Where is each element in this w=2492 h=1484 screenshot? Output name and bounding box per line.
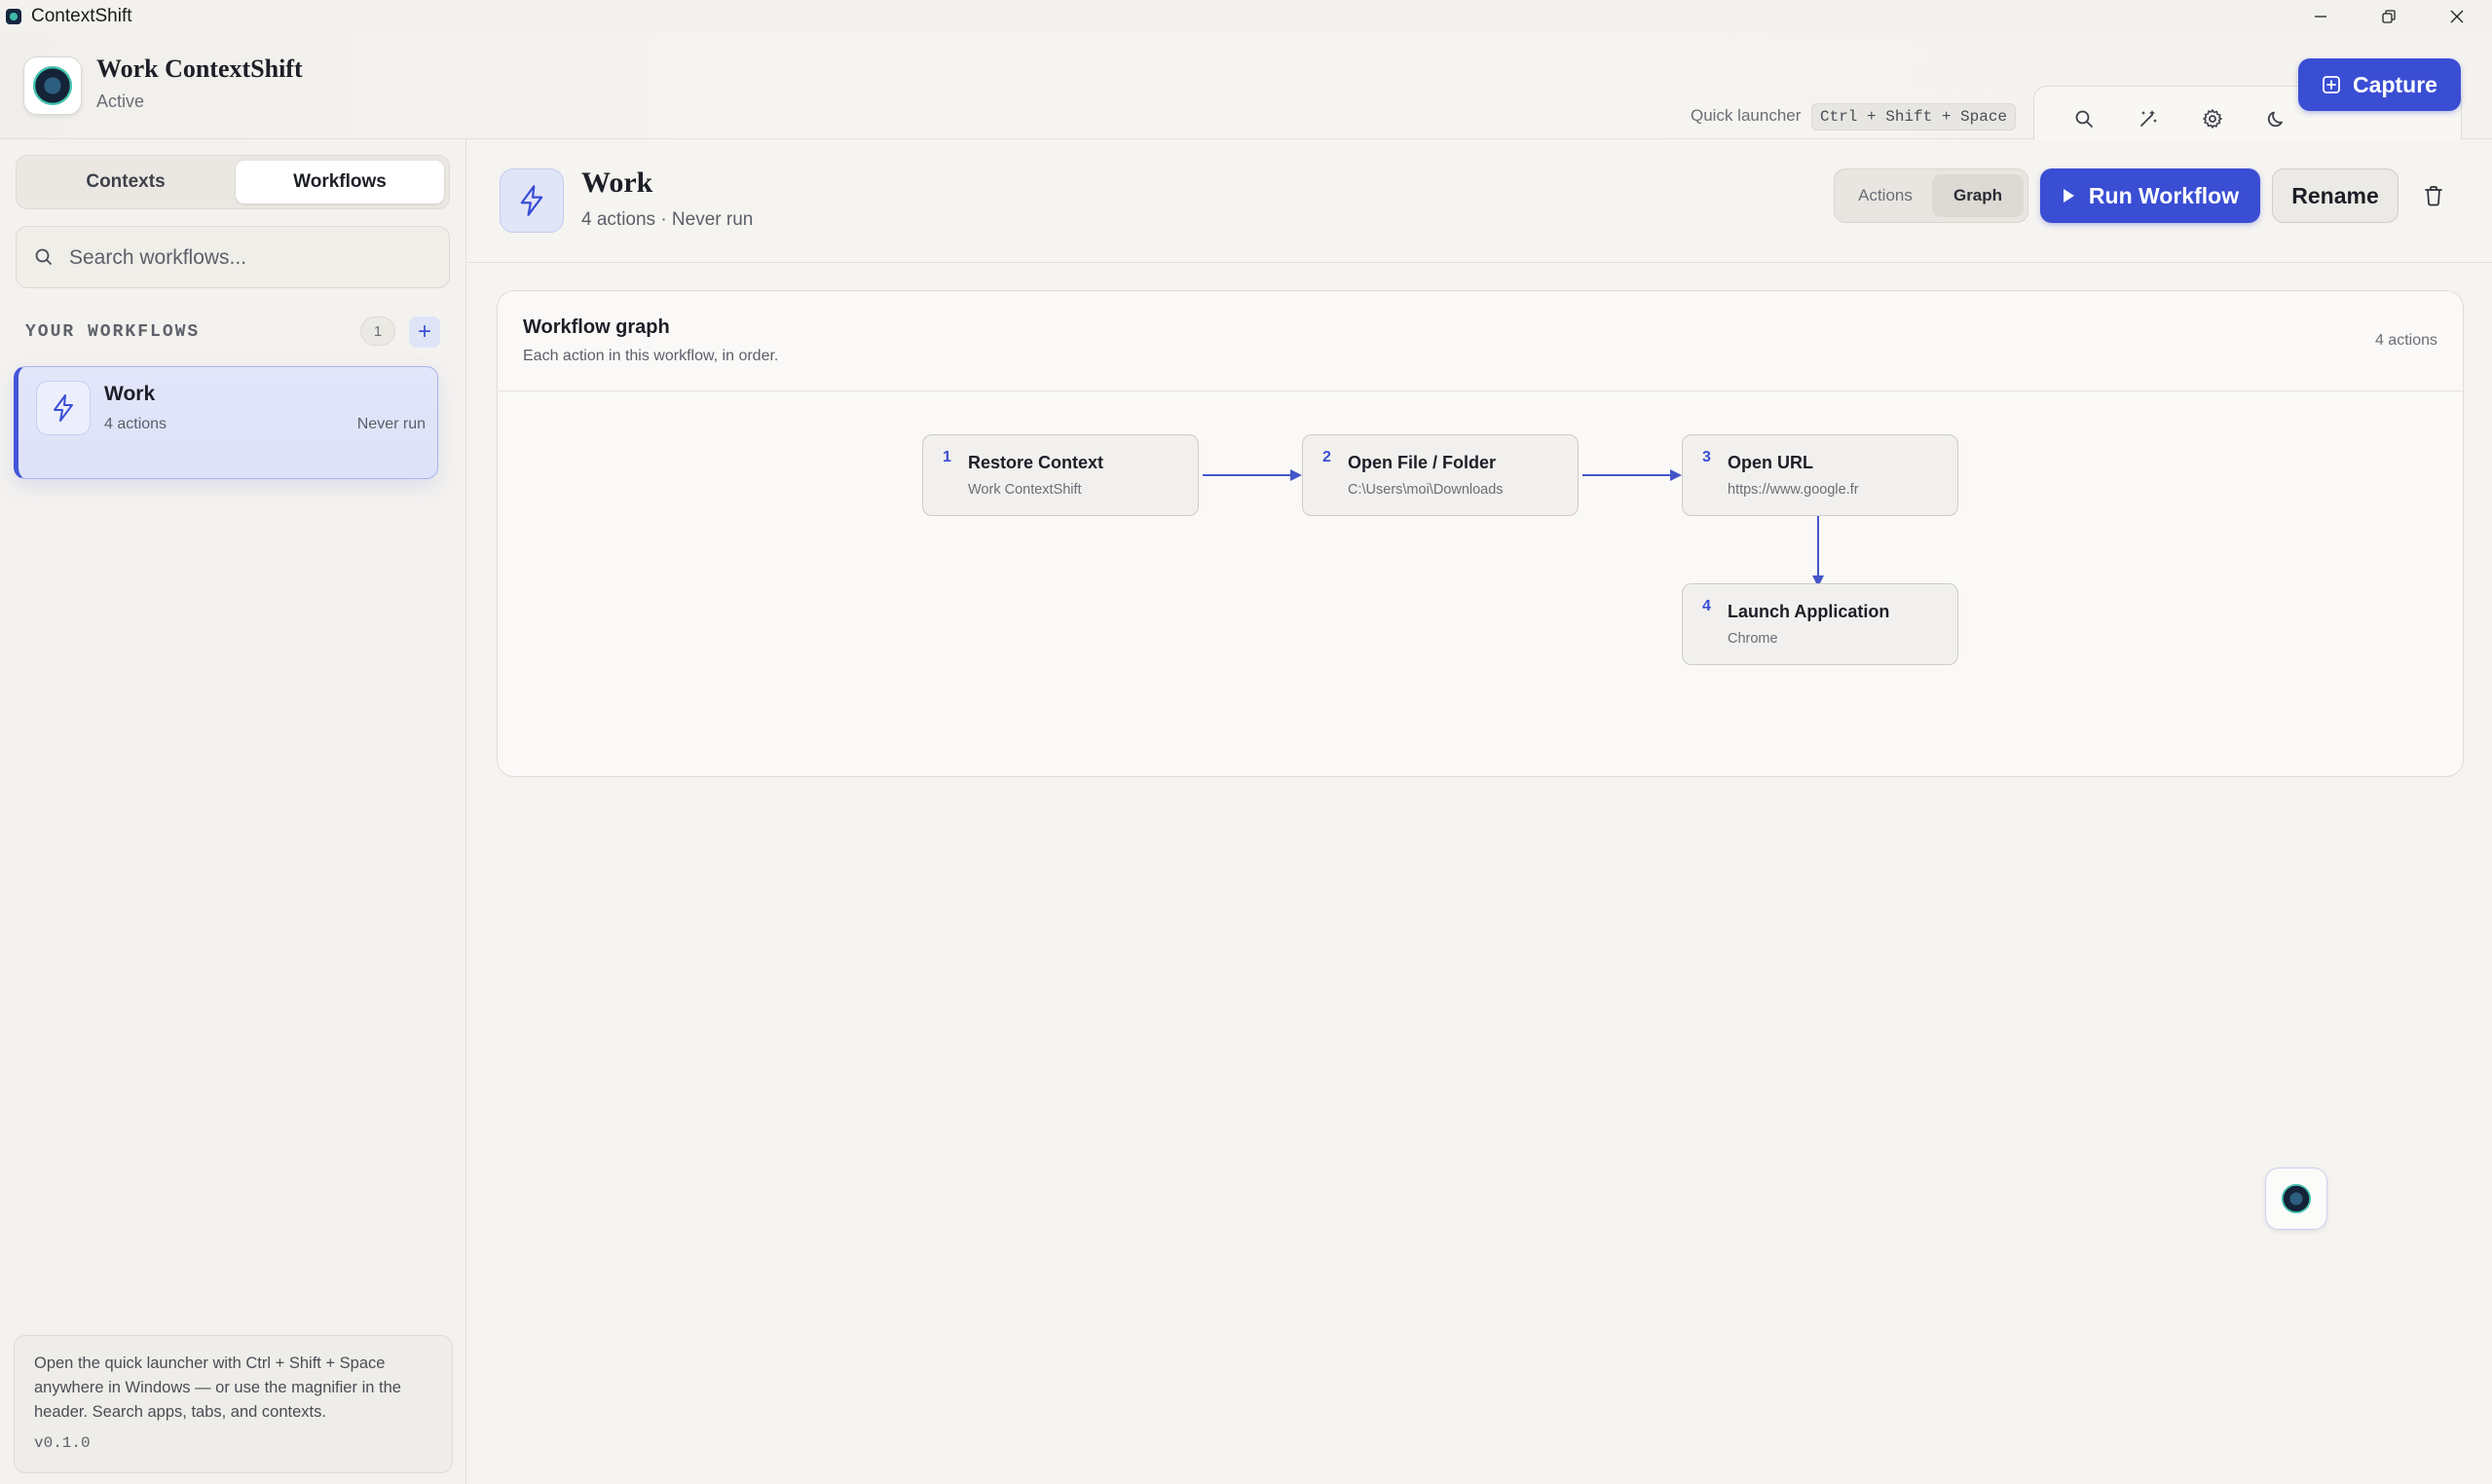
search-input[interactable] — [67, 239, 441, 278]
app-header: Work ContextShift Active Quick launcher … — [0, 33, 2492, 150]
node-number: 3 — [1702, 449, 1711, 465]
close-button[interactable] — [2423, 0, 2491, 33]
help-text: Open the quick launcher with Ctrl + Shif… — [34, 1354, 401, 1421]
workflow-name: Work — [104, 383, 156, 405]
node-detail: C:\Users\moi\Downloads — [1348, 482, 1504, 498]
quick-launcher-label: Quick launcher — [1691, 106, 1802, 125]
workflow-actions: 4 actions — [104, 416, 167, 432]
graph-edges — [1203, 469, 1824, 587]
workflow-title: Work — [581, 167, 653, 199]
graph-node[interactable]: 4 Launch Application Chrome — [1682, 583, 1958, 665]
workflow-last-run: Never run — [356, 416, 426, 432]
tab-workflows[interactable]: Workflows — [236, 161, 444, 204]
plus-square-icon — [2323, 76, 2340, 93]
gear-icon[interactable] — [2194, 100, 2231, 137]
graph-node[interactable]: 1 Restore Context Work ContextShift — [922, 434, 1199, 516]
trash-icon[interactable] — [2414, 176, 2453, 215]
app-logo-icon — [2282, 1184, 2311, 1213]
quick-launcher-shortcut: Ctrl + Shift + Space — [1811, 103, 2017, 130]
graph-node[interactable]: 3 Open URL https://www.google.fr — [1682, 434, 1958, 516]
workflow-header: Work 4 actions · Never run Actions Graph… — [466, 139, 2492, 263]
lightning-icon — [36, 381, 91, 435]
sidebar-tabs: Contexts Workflows — [16, 155, 450, 209]
window-titlebar: ContextShift — [0, 0, 2492, 33]
run-workflow-label: Run Workflow — [2088, 182, 2240, 208]
node-number: 4 — [1702, 598, 1711, 614]
node-detail: https://www.google.fr — [1728, 482, 1859, 498]
workflow-subtitle: 4 actions · Never run — [581, 209, 754, 230]
window-title: ContextShift — [31, 6, 132, 26]
play-icon — [2063, 189, 2074, 203]
workflow-search — [16, 226, 450, 288]
node-number: 1 — [943, 449, 951, 465]
node-detail: Work ContextShift — [968, 482, 1082, 498]
tab-graph[interactable]: Graph — [1932, 174, 2024, 217]
sidebar: Contexts Workflows YOUR WORKFLOWS 1 + Wo… — [0, 139, 466, 1484]
workflow-item[interactable]: Work 4 actions Never run — [14, 366, 438, 479]
view-toggle: Actions Graph — [1834, 168, 2028, 223]
capture-label: Capture — [2353, 71, 2437, 97]
node-title: Open File / Folder — [1348, 453, 1497, 472]
floating-launcher-button[interactable] — [2265, 1168, 2327, 1230]
graph-node[interactable]: 2 Open File / Folder C:\Users\moi\Downlo… — [1302, 434, 1579, 516]
moon-icon[interactable] — [2258, 100, 2295, 137]
app-icon — [6, 9, 21, 24]
tab-contexts[interactable]: Contexts — [21, 161, 230, 204]
app-name: Work ContextShift — [96, 55, 303, 83]
minimize-button[interactable] — [2287, 0, 2355, 33]
version-label: v0.1.0 — [34, 1434, 91, 1452]
node-detail: Chrome — [1728, 631, 1778, 647]
add-workflow-button[interactable]: + — [409, 316, 440, 348]
node-title: Open URL — [1728, 453, 1813, 472]
help-panel: Open the quick launcher with Ctrl + Shif… — [14, 1335, 453, 1473]
lightning-icon — [500, 168, 564, 233]
workflow-graph-panel: Workflow graph Each action in this workf… — [497, 290, 2464, 777]
capture-button[interactable]: Capture — [2298, 58, 2461, 111]
run-workflow-button[interactable]: Run Workflow — [2040, 168, 2260, 223]
search-icon — [34, 247, 54, 272]
rename-button[interactable]: Rename — [2272, 168, 2399, 223]
node-title: Restore Context — [968, 453, 1104, 472]
node-number: 2 — [1322, 449, 1331, 465]
workflow-count-badge: 1 — [360, 316, 395, 346]
restore-button[interactable] — [2355, 0, 2423, 33]
section-label: YOUR WORKFLOWS — [25, 322, 201, 342]
app-logo — [23, 56, 82, 115]
node-title: Launch Application — [1728, 602, 1890, 621]
search-icon[interactable] — [2065, 100, 2102, 137]
magic-wand-icon[interactable] — [2130, 100, 2167, 137]
tab-actions[interactable]: Actions — [1840, 174, 1931, 217]
app-status: Active — [96, 92, 145, 111]
